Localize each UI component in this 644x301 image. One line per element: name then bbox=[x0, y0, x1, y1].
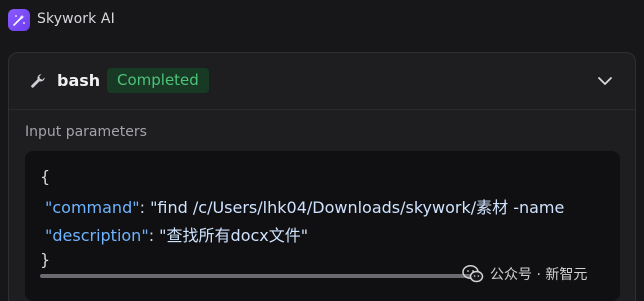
wechat-icon bbox=[462, 264, 484, 284]
section-label: Input parameters bbox=[25, 124, 147, 140]
top-bar: Skywork AI bbox=[0, 0, 644, 44]
json-close-brace: } bbox=[40, 250, 51, 269]
tool-call-header[interactable]: bash Completed bbox=[9, 53, 635, 109]
app-title: Skywork AI bbox=[37, 11, 115, 27]
json-value-description: "查找所有docx文件" bbox=[159, 226, 309, 245]
skywork-logo-icon bbox=[8, 9, 30, 31]
tool-name: bash bbox=[57, 71, 101, 90]
chevron-down-icon[interactable] bbox=[595, 71, 615, 91]
code-line: } bbox=[40, 250, 50, 269]
watermark-text: 公众号 · 新智元 bbox=[490, 267, 588, 283]
wrench-icon bbox=[29, 72, 47, 90]
code-line: "description": "查找所有docx文件" bbox=[45, 222, 308, 246]
json-value-command: "find /c/Users/lhk04/Downloads/skywork/素… bbox=[150, 198, 565, 217]
header-divider bbox=[9, 109, 635, 110]
json-key-command: "command" bbox=[45, 198, 140, 217]
json-key-description: "description" bbox=[45, 226, 149, 245]
code-line: { bbox=[40, 167, 50, 186]
json-colon: : bbox=[148, 226, 160, 245]
status-badge: Completed bbox=[107, 68, 209, 93]
code-line: "command": "find /c/Users/lhk04/Download… bbox=[45, 194, 564, 218]
json-colon: : bbox=[139, 198, 151, 217]
json-open-brace: { bbox=[40, 167, 51, 186]
watermark: 公众号 · 新智元 bbox=[462, 262, 587, 286]
horizontal-scrollbar[interactable] bbox=[40, 274, 475, 278]
